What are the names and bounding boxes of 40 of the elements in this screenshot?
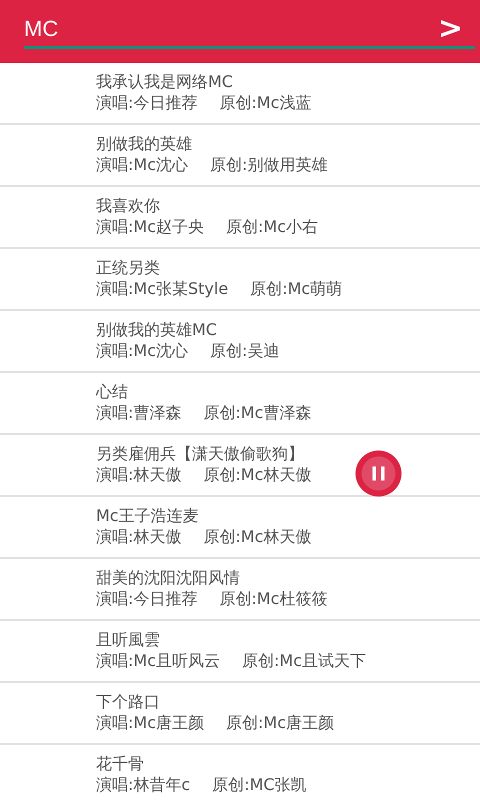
pause-button[interactable] [355, 450, 402, 497]
search-bar[interactable]: MC > [0, 0, 480, 63]
singer-label: 演唱:林天傲 [96, 464, 182, 485]
song-title: 甜美的沈阳沈阳风情 [96, 567, 240, 588]
original-label: 原创:吴迪 [210, 340, 280, 361]
song-title: 下个路口 [96, 691, 160, 712]
original-label: 原创:Mc浅蓝 [219, 92, 312, 113]
singer-label: 演唱:Mc张某Style [96, 278, 228, 299]
singer-label: 演唱:Mc唐王颜 [96, 712, 204, 733]
song-title: 心结 [96, 381, 128, 402]
song-title: 我喜欢你 [96, 195, 160, 216]
original-label: 原创:MC张凯 [212, 774, 307, 795]
search-field[interactable]: MC [24, 14, 430, 44]
original-label: 原创:Mc杜筱筱 [219, 588, 328, 609]
original-label: 原创:Mc且试天下 [242, 650, 366, 671]
song-title: 别做我的英雄 [96, 133, 192, 154]
singer-label: 演唱:Mc且听风云 [96, 650, 220, 671]
search-button[interactable]: > [430, 12, 475, 46]
song-title: 别做我的英雄MC [96, 319, 217, 340]
original-label: 原创:Mc林天傲 [203, 464, 312, 485]
original-label: 原创:别做用英雄 [210, 154, 328, 175]
original-label: 原创:Mc小右 [226, 216, 318, 237]
song-title: Mc王子浩连麦 [96, 505, 199, 526]
singer-label: 演唱:Mc赵子央 [96, 216, 204, 237]
song-title: 花千骨 [96, 753, 144, 774]
original-label: 原创:Mc曹泽森 [203, 402, 312, 423]
song-title: 且听風雲 [96, 629, 160, 650]
singer-label: 演唱:林昔年c [96, 774, 190, 795]
singer-label: 演唱:Mc沈心 [96, 154, 188, 175]
original-label: 原创:Mc唐王颜 [226, 712, 334, 733]
song-title: 我承认我是网络MC [96, 71, 233, 92]
singer-label: 演唱:今日推荐 [96, 92, 198, 113]
song-title: 正统另类 [96, 257, 160, 278]
singer-label: 演唱:林天傲 [96, 526, 182, 547]
singer-label: 演唱:今日推荐 [96, 588, 198, 609]
song-title: 另类雇佣兵【潇天傲偷歌狗】 [96, 443, 304, 464]
original-label: 原创:Mc林天傲 [203, 526, 312, 547]
singer-label: 演唱:Mc沈心 [96, 340, 188, 361]
original-label: 原创:Mc萌萌 [250, 278, 342, 299]
singer-label: 演唱:曹泽森 [96, 402, 182, 423]
